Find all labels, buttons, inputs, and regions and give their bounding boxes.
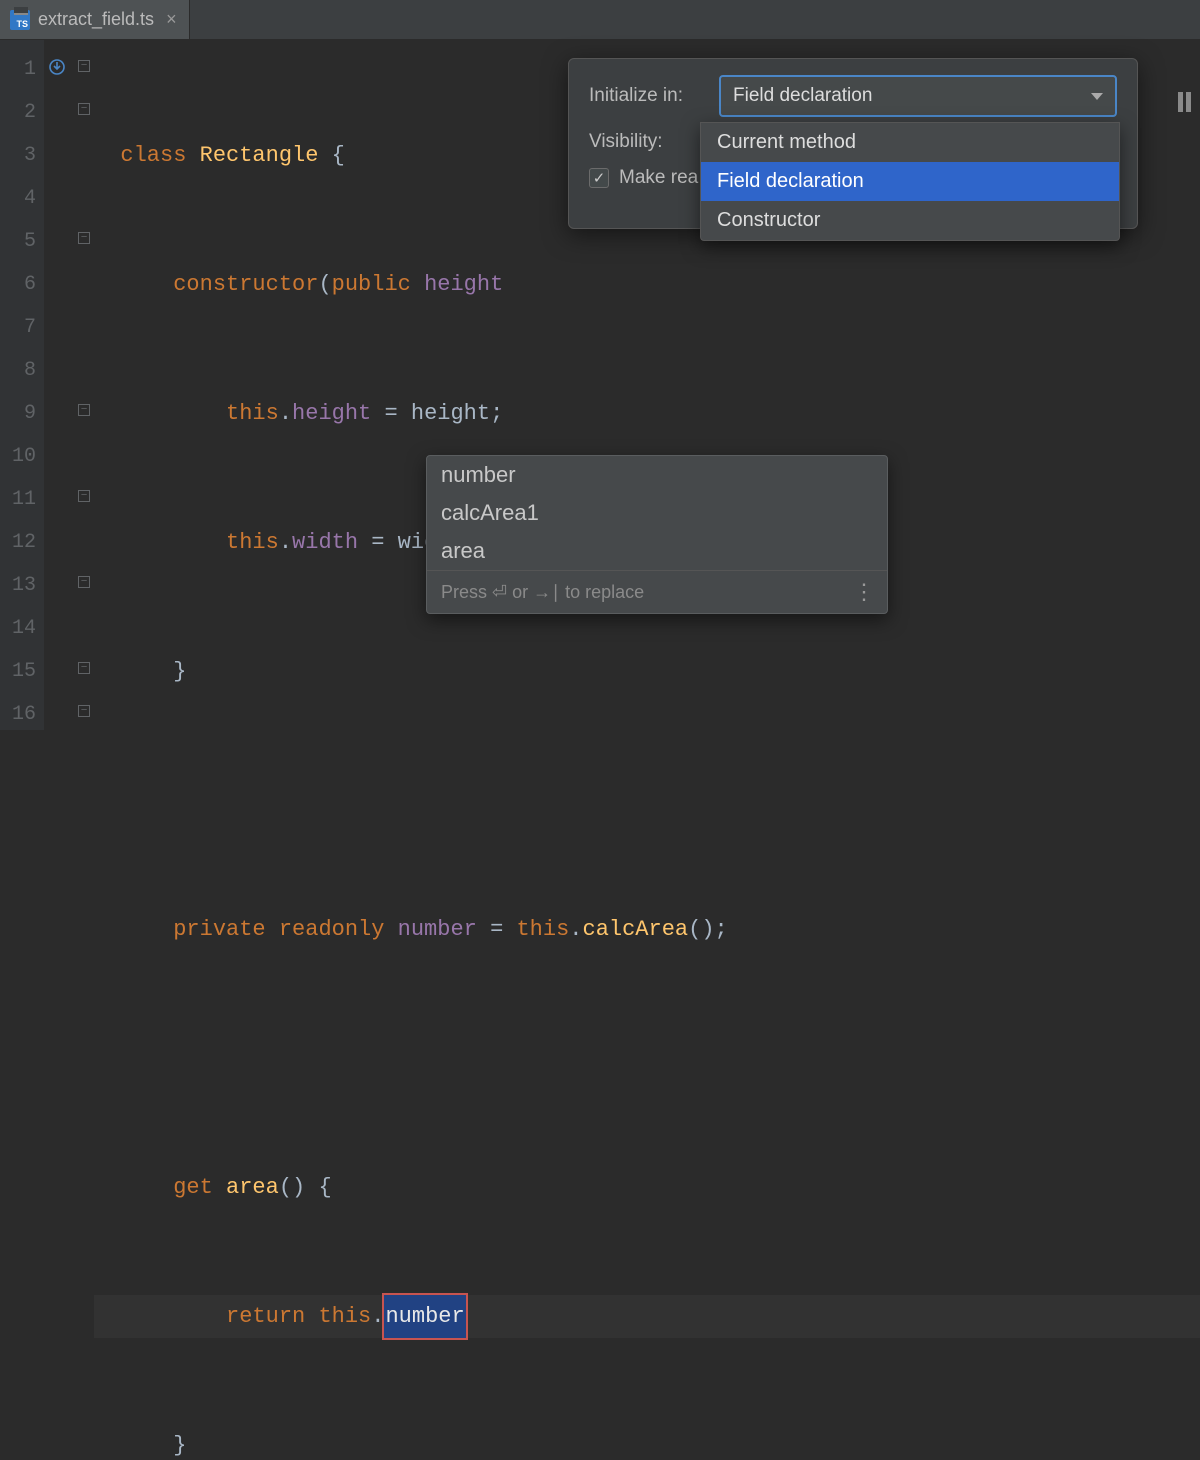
- tab-filename: extract_field.ts: [38, 9, 154, 30]
- line-number-gutter: 1 2 3 4 5 6 7 8 9 10 11 12 13 14 15 16: [0, 40, 44, 730]
- suggestion-item[interactable]: number: [427, 456, 887, 494]
- line-number: 10: [0, 435, 36, 478]
- more-options-icon[interactable]: ⋮: [853, 579, 873, 605]
- gutter-fold-column: − − − − − − − −: [44, 40, 94, 730]
- override-gutter-icon[interactable]: [48, 58, 66, 76]
- line-number: 5: [0, 220, 36, 263]
- make-readonly-label: Make rea: [619, 167, 698, 189]
- suggestion-hint: Press ⏎ or →∣ to replace: [441, 582, 644, 603]
- line-number: 13: [0, 564, 36, 607]
- fold-toggle-icon[interactable]: −: [78, 576, 90, 588]
- code-line[interactable]: get area() {: [94, 1166, 1200, 1209]
- line-number: 1: [0, 48, 36, 91]
- visibility-label: Visibility:: [589, 131, 699, 153]
- editor-tab[interactable]: TS extract_field.ts ×: [0, 0, 190, 39]
- fold-toggle-icon[interactable]: −: [78, 705, 90, 717]
- code-line[interactable]: constructor(public height: [94, 263, 1200, 306]
- line-number: 15: [0, 650, 36, 693]
- chevron-down-icon: [1091, 93, 1103, 100]
- initialize-in-label: Initialize in:: [589, 85, 699, 107]
- pause-icon[interactable]: [1178, 92, 1194, 112]
- code-line[interactable]: private readonly number = this.calcArea(…: [94, 908, 1200, 951]
- dropdown-value: Field declaration: [733, 85, 872, 107]
- dropdown-option-constructor[interactable]: Constructor: [701, 201, 1119, 240]
- initialize-in-dropdown[interactable]: Field declaration: [719, 75, 1117, 117]
- inline-rename-target[interactable]: number: [384, 1295, 465, 1338]
- suggestion-item[interactable]: calcArea1: [427, 494, 887, 532]
- fold-toggle-icon[interactable]: −: [78, 103, 90, 115]
- close-tab-icon[interactable]: ×: [166, 9, 177, 30]
- code-line[interactable]: }: [94, 1424, 1200, 1460]
- line-number: 3: [0, 134, 36, 177]
- name-suggestion-popup: number calcArea1 area Press ⏎ or →∣ to r…: [426, 455, 888, 614]
- line-number: 2: [0, 91, 36, 134]
- line-number: 9: [0, 392, 36, 435]
- dropdown-option-field-declaration[interactable]: Field declaration: [701, 162, 1119, 201]
- line-number: 7: [0, 306, 36, 349]
- fold-toggle-icon[interactable]: −: [78, 490, 90, 502]
- line-number: 14: [0, 607, 36, 650]
- suggestion-item[interactable]: area: [427, 532, 887, 570]
- code-line[interactable]: [94, 779, 1200, 822]
- fold-toggle-icon[interactable]: −: [78, 232, 90, 244]
- checkbox-checked-icon[interactable]: ✓: [589, 168, 609, 188]
- code-line[interactable]: return this.number;: [94, 1295, 1200, 1338]
- dropdown-option-current-method[interactable]: Current method: [701, 123, 1119, 162]
- fold-toggle-icon[interactable]: −: [78, 662, 90, 674]
- fold-toggle-icon[interactable]: −: [78, 404, 90, 416]
- line-number: 12: [0, 521, 36, 564]
- code-line[interactable]: }: [94, 650, 1200, 693]
- line-number: 11: [0, 478, 36, 521]
- line-number: 6: [0, 263, 36, 306]
- code-line[interactable]: this.height = height;: [94, 392, 1200, 435]
- tab-bar: TS extract_field.ts ×: [0, 0, 1200, 40]
- line-number: 8: [0, 349, 36, 392]
- initialize-in-dropdown-list: Current method Field declaration Constru…: [700, 122, 1120, 241]
- typescript-file-icon: TS: [10, 10, 30, 30]
- fold-toggle-icon[interactable]: −: [78, 60, 90, 72]
- line-number: 4: [0, 177, 36, 220]
- code-line[interactable]: [94, 1037, 1200, 1080]
